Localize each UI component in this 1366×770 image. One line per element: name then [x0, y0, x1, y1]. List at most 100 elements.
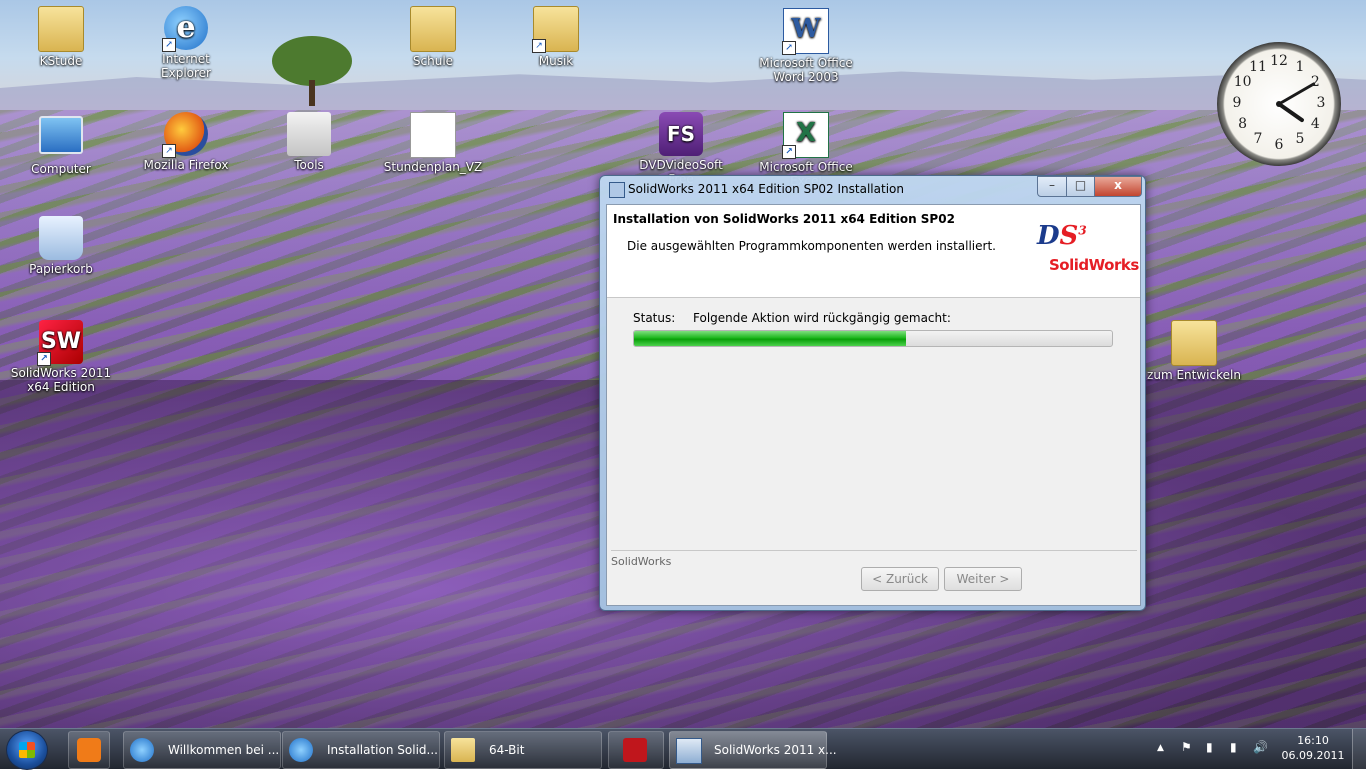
icon-label: Papierkorb: [29, 262, 93, 276]
icon-label: SolidWorks 2011 x64 Edition: [10, 366, 112, 394]
desktop-icon-solidworks[interactable]: SW ↗ SolidWorks 2011 x64 Edition: [6, 320, 116, 394]
clock-date: 06.09.2011: [1281, 749, 1345, 762]
start-button[interactable]: [6, 730, 48, 770]
show-hidden-icons[interactable]: ▲: [1157, 743, 1164, 753]
home-folder-icon: [287, 112, 331, 156]
ie-icon: e ↗: [162, 6, 208, 52]
back-button[interactable]: < Zurück: [861, 567, 939, 591]
wallpaper-tree: [272, 36, 352, 106]
desktop-icon-zum-entwickeln[interactable]: zum Entwickeln: [1144, 320, 1244, 382]
taskbar-item-label: Willkommen bei ...: [168, 743, 280, 757]
recycle-bin-icon: [39, 216, 83, 260]
desktop-icon-musik[interactable]: ↗ Musik: [506, 6, 606, 68]
folder-icon: [38, 6, 84, 52]
taskbar-pinned-media-player[interactable]: [68, 731, 110, 769]
minimize-button[interactable]: –: [1037, 176, 1067, 197]
icon-label: zum Entwickeln: [1147, 368, 1241, 382]
footer-divider: [611, 550, 1137, 551]
close-button[interactable]: x: [1094, 176, 1142, 197]
header-subtitle: Die ausgewählten Programmkomponenten wer…: [627, 239, 996, 253]
taskbar-item-label: Installation Solid...: [327, 743, 438, 757]
taskbar-item-installation[interactable]: Installation Solid...: [282, 731, 440, 769]
shortcut-arrow-icon: ↗: [162, 144, 176, 158]
desktop-icon-internet-explorer[interactable]: e ↗ Internet Explorer: [136, 6, 236, 80]
icon-label: Mozilla Firefox: [143, 158, 229, 172]
clock-number: 10: [1233, 74, 1252, 90]
desktop-icon-computer[interactable]: Computer: [11, 112, 111, 176]
clock-gadget[interactable]: 12 1 2 3 4 5 6 7 8 9 10 11: [1217, 42, 1341, 166]
excel-icon: X ↗: [782, 112, 829, 159]
windows-logo-icon: [19, 742, 35, 758]
installer-icon: [676, 738, 702, 764]
dvdvideosoft-icon: FS: [659, 112, 703, 156]
next-button[interactable]: Weiter >: [944, 567, 1022, 591]
taskbar-item-64-bit[interactable]: 64-Bit: [444, 731, 602, 769]
clock-number: 6: [1274, 137, 1284, 153]
desktop-icon-papierkorb[interactable]: Papierkorb: [11, 216, 111, 276]
folder-icon: [451, 738, 475, 762]
desktop-icon-word[interactable]: W ↗ Microsoft Office Word 2003: [745, 8, 867, 84]
action-center-flag-icon[interactable]: ⚑: [1181, 740, 1192, 754]
logo-text: SolidWorks: [1049, 256, 1139, 274]
clock-number: 9: [1232, 95, 1242, 111]
desktop-icon-stundenplan[interactable]: Stundenplan_VZ: [383, 112, 483, 174]
taskbar-item-label: SolidWorks 2011 x...: [714, 743, 837, 757]
ds-logo-icon: DS3: [1037, 221, 1087, 251]
status-label: Status:: [633, 311, 676, 325]
dialog-header: Installation von SolidWorks 2011 x64 Edi…: [607, 205, 1140, 298]
clock-time: 16:10: [1297, 734, 1329, 747]
clock-number: 3: [1316, 95, 1326, 111]
network-signal-icon[interactable]: ▮: [1230, 740, 1237, 754]
clock-number: 7: [1253, 131, 1263, 148]
volume-icon[interactable]: 🔊: [1253, 740, 1268, 754]
window-title: SolidWorks 2011 x64 Edition SP02 Install…: [628, 182, 904, 196]
maximize-button[interactable]: □: [1066, 176, 1095, 197]
icon-label: Microsoft Office Word 2003: [759, 56, 853, 84]
clock-number: 11: [1249, 58, 1267, 75]
computer-icon: [39, 116, 83, 160]
clock-number: 1: [1295, 58, 1305, 75]
taskbar-item-willkommen[interactable]: Willkommen bei ...: [123, 731, 281, 769]
progress-fill: [634, 331, 907, 346]
ie-icon: [130, 738, 154, 762]
status-text: Folgende Aktion wird rückgängig gemacht:: [693, 311, 951, 325]
clock-number: 12: [1270, 53, 1288, 69]
icon-label: KStude: [39, 54, 83, 68]
icon-label: Stundenplan_VZ: [383, 160, 483, 174]
taskbar-clock[interactable]: 16:10 06.09.2011: [1280, 733, 1346, 763]
taskbar: Willkommen bei ... Installation Solid...…: [0, 728, 1366, 770]
header-title: Installation von SolidWorks 2011 x64 Edi…: [613, 212, 955, 226]
folder-icon: [1171, 320, 1217, 366]
installer-window[interactable]: SolidWorks 2011 x64 Edition SP02 Install…: [599, 175, 1146, 611]
word-icon: W ↗: [782, 8, 829, 55]
clock-number: 4: [1310, 116, 1320, 132]
icon-label: Musik: [538, 54, 574, 68]
desktop-icon-schule[interactable]: Schule: [383, 6, 483, 68]
ie-icon: [289, 738, 313, 762]
clock-center: [1276, 101, 1282, 107]
desktop-icon-firefox[interactable]: ↗ Mozilla Firefox: [136, 112, 236, 172]
dialog-client-area: Installation von SolidWorks 2011 x64 Edi…: [606, 204, 1141, 606]
folder-icon: ↗: [532, 6, 579, 53]
media-player-icon: [77, 738, 101, 762]
shortcut-arrow-icon: ↗: [782, 145, 796, 159]
clock-number: 8: [1238, 116, 1248, 132]
taskbar-item-acrobat[interactable]: [608, 731, 664, 769]
firefox-icon: ↗: [162, 112, 208, 158]
shortcut-arrow-icon: ↗: [782, 41, 796, 55]
desktop-icon-kstude[interactable]: KStude: [11, 6, 111, 68]
shortcut-arrow-icon: ↗: [162, 38, 176, 52]
clock-number: 5: [1295, 131, 1305, 148]
show-desktop-button[interactable]: [1352, 729, 1366, 769]
icon-label: Tools: [294, 158, 324, 172]
icon-label: Internet Explorer: [161, 52, 211, 80]
title-bar[interactable]: SolidWorks 2011 x64 Edition SP02 Install…: [600, 176, 1145, 202]
desktop-icon-tools[interactable]: Tools: [259, 112, 359, 172]
shortcut-arrow-icon: ↗: [37, 352, 51, 366]
power-icon[interactable]: ▮: [1206, 740, 1213, 754]
progress-bar: [633, 330, 1113, 347]
shortcut-arrow-icon: ↗: [532, 39, 546, 53]
acrobat-icon: [623, 738, 647, 762]
icon-label: Computer: [31, 162, 91, 176]
taskbar-item-solidworks[interactable]: SolidWorks 2011 x...: [669, 731, 837, 769]
